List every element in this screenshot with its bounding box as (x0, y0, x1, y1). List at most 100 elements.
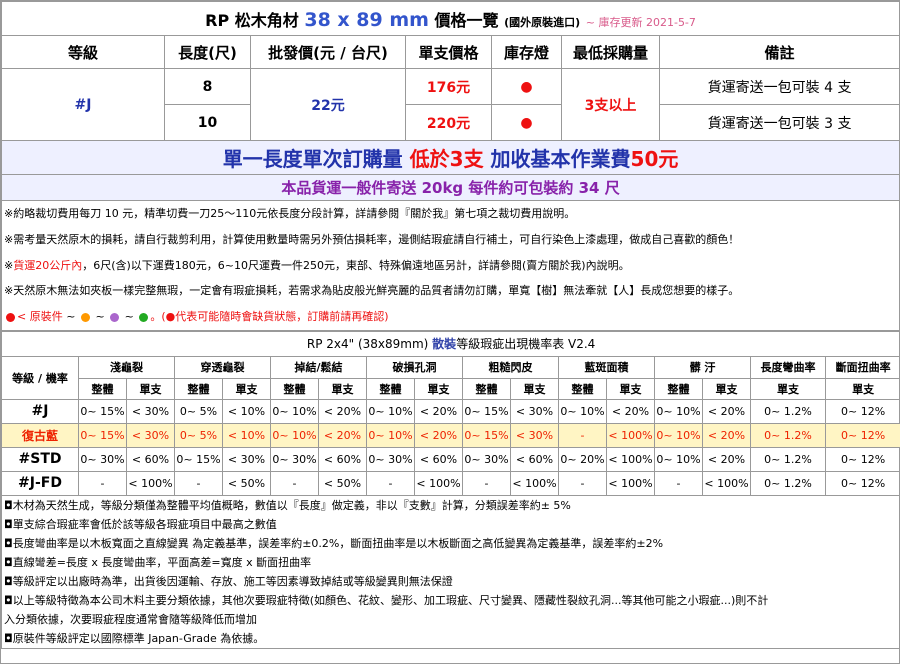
note-line: ※約略裁切費用每刀 10 元，精準切費一刀25～110元依長度分段計算，詳請參閱… (4, 207, 576, 220)
defect-cell: 0~ 10% (366, 398, 415, 424)
defect-cell: 0~ 10% (366, 422, 415, 448)
category-header: 粗糙閃皮 (462, 355, 559, 379)
defect-cell: 0~ 15% (78, 422, 127, 448)
defect-cell: 0~ 10% (270, 422, 319, 448)
defect-cell: < 60% (126, 446, 175, 472)
defect-cell: - (558, 422, 607, 448)
defect-cell: - (366, 470, 415, 496)
defect-cell: 0~ 5% (174, 398, 223, 424)
defect-cell: - (462, 470, 511, 496)
note-highlight: 貨運20公斤內 (13, 258, 83, 272)
defect-cell: - (558, 470, 607, 496)
legend-sep: ~ (95, 310, 105, 324)
header-length: 長度(尺) (164, 35, 251, 69)
bottom-note-line: ◘等級評定以出廠時為準，出貨後因運輸、存放、施工等因素導致掉結或等級變異則無法保… (4, 574, 453, 588)
remark-cell: 貨運寄送一包可裝 3 支 (658, 104, 900, 141)
min-purchase: 3支以上 (561, 68, 660, 141)
sub-header-single: 單支 (414, 377, 463, 400)
defect-row-std: #STD 0~ 30% < 60% 0~ 15% < 30% 0~ 30% < … (1, 446, 900, 472)
legend-label: < 原裝件 (17, 310, 63, 324)
defect-category-row: 等級 / 機率 淺龜裂 穿透龜裂 掉結/鬆結 破損孔洞 粗糙閃皮 藍斑面積 髒 … (1, 355, 900, 400)
defect-cell: 0~ 30% (366, 446, 415, 472)
sub-header-whole: 整體 (462, 377, 511, 400)
sub-header-single: 單支 (750, 377, 826, 400)
defect-cell: 0~ 1.2% (750, 422, 826, 448)
notes-block: ※約略裁切費用每刀 10 元，精準切費一刀25～110元依長度分段計算，詳請參閱… (0, 200, 900, 331)
note-line: ※貨運20公斤內，6尺(含)以下運費180元，6~10尺運費一件250元，東部、… (4, 253, 899, 279)
legend-sep: ~ (66, 310, 76, 324)
wholesale-price: 22元 (250, 68, 406, 141)
grade-prob-header: 等級 / 機率 (1, 355, 79, 400)
defect-cell: < 20% (414, 398, 463, 424)
sub-header-single: 單支 (222, 377, 271, 400)
defect-cell: - (174, 470, 223, 496)
defect-grade: 復古藍 (1, 422, 79, 448)
sub-header-single: 單支 (606, 377, 655, 400)
defect-cell: 0~ 20% (558, 446, 607, 472)
defect-cell: - (270, 470, 319, 496)
defect-cell: 0~ 1.2% (750, 470, 826, 496)
defect-cell: < 10% (222, 398, 271, 424)
banner-text: 單一長度單次訂購量 (222, 147, 403, 171)
bottom-note-line: ◘長度彎曲率是以木板寬面之直線變異 為定義基準，誤差率約±0.2%，斷面扭曲率是… (4, 536, 664, 550)
product-grade: #J (1, 68, 165, 141)
defect-row-retro-blue: 復古藍 0~ 15% < 30% 0~ 5% < 10% 0~ 10% < 20… (1, 422, 900, 448)
defect-cell: 0~ 10% (558, 398, 607, 424)
header-wholesale: 批發價(元 / 台尺) (250, 35, 406, 69)
defect-title-em: 散裝 (432, 337, 457, 352)
sub-header-single: 單支 (126, 377, 175, 400)
price-sheet: RP 松木角材 38 x 89 mm 價格一覽 (國外原裝進口) ~ 庫存更新 … (0, 0, 900, 664)
defect-cell: < 30% (126, 398, 175, 424)
legend-line: < 原裝件 ~ ~ ~ 。(●代表可能隨時會缺貨狀態，訂購前請再確認) (4, 304, 899, 329)
category-header: 藍斑面積 (558, 355, 655, 379)
sub-header-whole: 整體 (366, 377, 415, 400)
defect-cell: < 60% (510, 446, 559, 472)
defect-cell: < 20% (318, 422, 367, 448)
sub-header-whole: 整體 (270, 377, 319, 400)
defect-cell: < 30% (126, 422, 175, 448)
purple-dot-icon (110, 312, 120, 322)
category-header: 淺龜裂 (78, 355, 175, 379)
bottom-note-line: ◘以上等級特徵為本公司木料主要分類依據，其他次要瑕疵特徵(如顏色、花紋、變形、加… (4, 593, 769, 607)
defect-cell: < 20% (702, 422, 751, 448)
defect-cell: - (654, 470, 703, 496)
defect-cell: 0~ 10% (270, 398, 319, 424)
defect-title-suffix: 等級瑕疵出現機率表 V2.4 (456, 337, 596, 352)
sub-header-whole: 整體 (78, 377, 127, 400)
defect-row-j: #J 0~ 15% < 30% 0~ 5% < 10% 0~ 10% < 20%… (1, 398, 900, 424)
defect-grade: #STD (1, 446, 79, 472)
defect-cell: < 100% (414, 470, 463, 496)
banner-fee: 50元 (630, 147, 679, 171)
length-cell: 8 (164, 68, 251, 105)
defect-cell: < 50% (318, 470, 367, 496)
defect-cell: 0~ 10% (654, 398, 703, 424)
note-text: ，6尺(含)以下運費180元，6~10尺運費一件250元，東部、特殊偏遠地區另計… (82, 258, 630, 272)
category-header: 破損孔洞 (366, 355, 463, 379)
header-remark: 備註 (658, 35, 900, 69)
defect-cell: < 60% (318, 446, 367, 472)
banner-text: 加收基本作業費 (490, 147, 631, 171)
defect-cell: 0~ 5% (174, 422, 223, 448)
defect-cell: < 20% (702, 398, 751, 424)
category-header: 髒 汙 (654, 355, 751, 379)
defect-cell: < 100% (702, 470, 751, 496)
header-min-purchase: 最低採購量 (561, 35, 660, 69)
category-header: 斷面扭曲率 (824, 355, 900, 379)
title-prefix: RP 松木角材 (205, 10, 299, 30)
remark-cell: 貨運寄送一包可裝 4 支 (658, 68, 900, 105)
defect-cell: 0~ 12% (824, 470, 900, 496)
sub-header-single: 單支 (702, 377, 751, 400)
defect-row-j-fd: #J-FD - < 100% - < 50% - < 50% - < 100% … (1, 470, 900, 496)
defect-cell: 0~ 12% (824, 398, 900, 424)
green-dot-icon (139, 312, 149, 322)
defect-cell: < 100% (606, 470, 655, 496)
defect-title-prefix: RP 2x4" (38x89mm) (306, 337, 429, 352)
defect-cell: 0~ 30% (462, 446, 511, 472)
defect-cell: 0~ 12% (824, 446, 900, 472)
category-header: 穿透龜裂 (174, 355, 271, 379)
defect-subheader-row: 整體 單支 整體 單支 整體 單支 整體 單支 整體 單支 整體 單支 整體 單… (2, 377, 900, 400)
defect-cell: < 20% (318, 398, 367, 424)
defect-cell: 0~ 15% (462, 422, 511, 448)
page-title: RP 松木角材 38 x 89 mm 價格一覽 (國外原裝進口) ~ 庫存更新 … (0, 1, 900, 36)
defect-cell: < 30% (510, 422, 559, 448)
